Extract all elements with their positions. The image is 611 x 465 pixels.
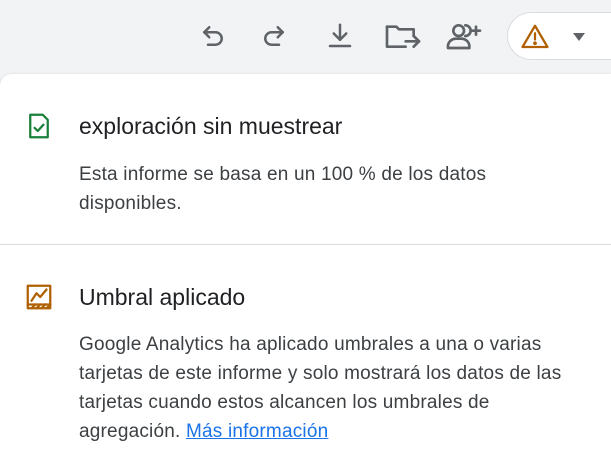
caret-down-icon bbox=[573, 33, 585, 41]
undo-button[interactable] bbox=[191, 14, 235, 58]
download-icon bbox=[328, 23, 352, 48]
toolbar bbox=[0, 0, 611, 72]
download-button[interactable] bbox=[318, 14, 362, 58]
threshold-description: Google Analytics ha aplicado umbrales a … bbox=[79, 330, 589, 446]
move-to-folder-icon bbox=[385, 25, 421, 48]
unsampled-section: exploración sin muestrear Esta informe s… bbox=[0, 74, 611, 244]
unsampled-title: exploración sin muestrear bbox=[79, 113, 343, 139]
unsampled-description: Esta informe se basa en un 100 % de los … bbox=[79, 164, 487, 214]
threshold-section: Umbral aplicado Google Analytics ha apli… bbox=[0, 245, 611, 465]
undo-icon bbox=[203, 26, 223, 46]
report-status-dropdown[interactable] bbox=[507, 12, 611, 60]
redo-button[interactable] bbox=[252, 14, 296, 58]
report-info-panel: exploración sin muestrear Esta informe s… bbox=[0, 74, 611, 465]
verified-document-icon bbox=[29, 113, 49, 139]
share-user-add-icon bbox=[446, 24, 482, 50]
warning-icon bbox=[521, 24, 549, 49]
threshold-title: Umbral aplicado bbox=[79, 284, 246, 310]
threshold-chart-icon bbox=[26, 284, 52, 310]
report-status-popup: exploración sin muestrear Esta informe s… bbox=[0, 0, 611, 465]
share-button[interactable] bbox=[442, 14, 486, 58]
move-to-folder-button[interactable] bbox=[381, 14, 425, 58]
more-info-link[interactable]: Más información bbox=[186, 421, 328, 442]
redo-icon bbox=[264, 26, 284, 46]
